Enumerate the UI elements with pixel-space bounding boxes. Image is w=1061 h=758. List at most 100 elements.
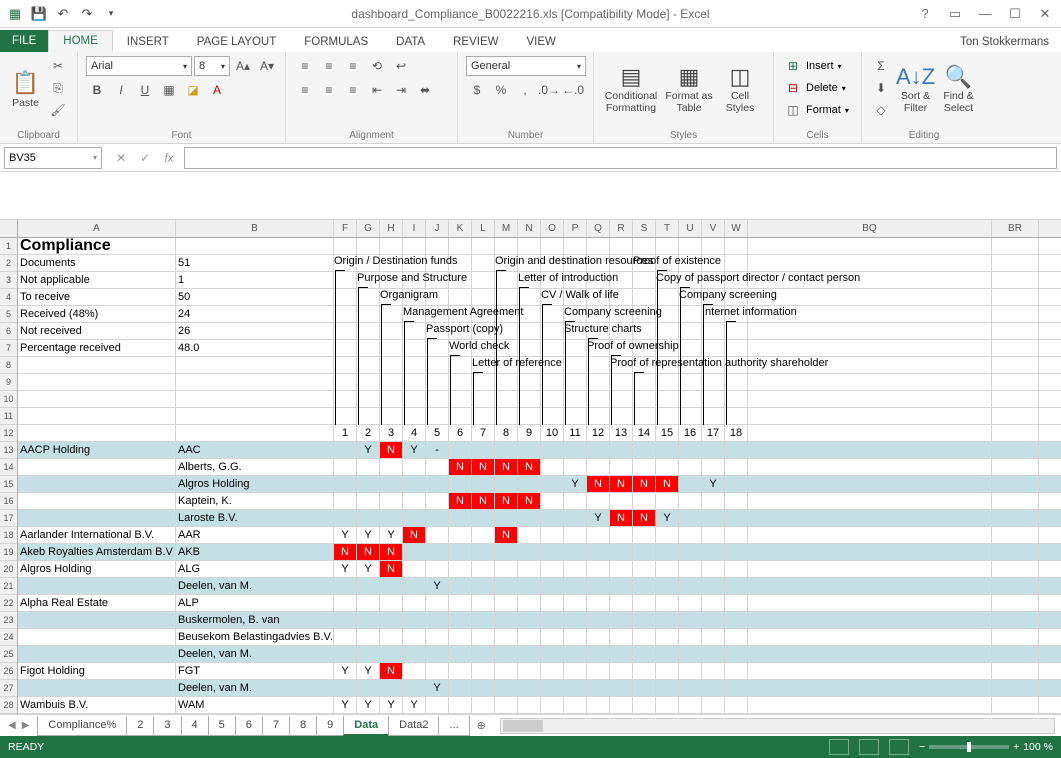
cell[interactable] — [587, 663, 610, 679]
cell[interactable]: Algros Holding — [176, 476, 334, 492]
cell[interactable] — [992, 459, 1039, 475]
cell[interactable] — [564, 408, 587, 424]
cell[interactable] — [564, 544, 587, 560]
cell[interactable] — [495, 255, 518, 271]
cell[interactable] — [380, 646, 403, 662]
row-header[interactable]: 14 — [0, 459, 17, 476]
cell[interactable] — [748, 408, 992, 424]
cell[interactable] — [656, 697, 679, 713]
cell[interactable] — [176, 357, 334, 373]
cell[interactable] — [380, 238, 403, 254]
cell[interactable] — [518, 238, 541, 254]
cell[interactable]: N — [403, 527, 426, 543]
cell[interactable] — [495, 391, 518, 407]
row-header[interactable]: 22 — [0, 595, 17, 612]
col-header[interactable]: J — [426, 220, 449, 237]
cell[interactable] — [518, 391, 541, 407]
cell[interactable] — [725, 680, 748, 696]
cell[interactable] — [725, 629, 748, 645]
tab-file[interactable]: FILE — [0, 30, 48, 52]
cell[interactable]: Kaptein, K. — [176, 493, 334, 509]
comma-icon[interactable]: , — [514, 80, 536, 100]
cell[interactable]: N — [633, 510, 656, 526]
cell[interactable] — [18, 459, 176, 475]
cell-styles-button[interactable]: ◫ Cell Styles — [718, 56, 762, 122]
cell[interactable] — [725, 561, 748, 577]
cell[interactable] — [403, 663, 426, 679]
cell[interactable] — [748, 476, 992, 492]
cell[interactable] — [472, 527, 495, 543]
cell[interactable]: Aarlander International B.V. — [18, 527, 176, 543]
cell[interactable] — [748, 629, 992, 645]
cell[interactable] — [725, 493, 748, 509]
cell[interactable] — [633, 374, 656, 390]
cell[interactable] — [449, 697, 472, 713]
qat-customize-icon[interactable]: ▾ — [102, 5, 120, 23]
cell[interactable] — [587, 323, 610, 339]
cell[interactable] — [472, 646, 495, 662]
cell[interactable]: Figot Holding — [18, 663, 176, 679]
cell[interactable] — [380, 612, 403, 628]
cell[interactable] — [541, 697, 564, 713]
cell[interactable] — [357, 680, 380, 696]
cell[interactable] — [656, 544, 679, 560]
cell[interactable] — [587, 493, 610, 509]
sheet-tab[interactable]: Data — [343, 716, 389, 736]
cell[interactable]: 11 — [564, 425, 587, 441]
cell[interactable] — [564, 459, 587, 475]
cell[interactable]: Deelen, van M. — [176, 680, 334, 696]
cell[interactable]: 48.0 — [176, 340, 334, 356]
cell[interactable] — [633, 238, 656, 254]
cells-area[interactable]: ComplianceDocuments51Not applicable1To r… — [18, 238, 1061, 714]
cell[interactable] — [495, 663, 518, 679]
cell[interactable] — [587, 561, 610, 577]
tab-insert[interactable]: INSERT — [113, 32, 183, 52]
cell[interactable] — [541, 340, 564, 356]
cell[interactable] — [725, 459, 748, 475]
cell[interactable]: N — [449, 459, 472, 475]
col-header[interactable]: N — [518, 220, 541, 237]
cell[interactable] — [518, 680, 541, 696]
cell[interactable] — [334, 629, 357, 645]
sheet-nav-next-icon[interactable]: ▶ — [22, 720, 30, 731]
cell[interactable] — [334, 680, 357, 696]
cell[interactable]: 9 — [518, 425, 541, 441]
cell[interactable]: Y — [334, 561, 357, 577]
decrease-decimal-icon[interactable]: ←.0 — [562, 80, 584, 100]
cell[interactable]: Y — [426, 680, 449, 696]
save-icon[interactable]: 💾 — [30, 5, 48, 23]
col-header[interactable]: W — [725, 220, 748, 237]
cell[interactable] — [426, 323, 449, 339]
sheet-tab[interactable]: ... — [438, 716, 469, 736]
cell[interactable]: 7 — [472, 425, 495, 441]
decrease-font-icon[interactable]: A▾ — [256, 56, 278, 76]
cell[interactable] — [587, 544, 610, 560]
cell[interactable] — [587, 238, 610, 254]
sheet-tab[interactable]: Compliance% — [37, 716, 127, 736]
cell[interactable] — [564, 578, 587, 594]
cell[interactable] — [472, 697, 495, 713]
cell[interactable] — [679, 493, 702, 509]
font-size-combo[interactable]: 8▾ — [194, 56, 230, 76]
fill-color-icon[interactable]: ◪ — [182, 80, 204, 100]
cell[interactable] — [702, 374, 725, 390]
cell[interactable] — [992, 561, 1039, 577]
cell[interactable] — [748, 289, 992, 305]
row-header[interactable]: 2 — [0, 255, 17, 272]
cell[interactable] — [564, 629, 587, 645]
cell[interactable] — [725, 255, 748, 271]
cell[interactable]: N — [495, 493, 518, 509]
cell[interactable] — [403, 272, 426, 288]
cell[interactable] — [587, 272, 610, 288]
cell[interactable] — [449, 646, 472, 662]
cell[interactable] — [748, 595, 992, 611]
cell[interactable]: Y — [357, 697, 380, 713]
cell[interactable] — [702, 442, 725, 458]
cell[interactable] — [403, 493, 426, 509]
cell[interactable] — [992, 289, 1039, 305]
cell[interactable] — [472, 374, 495, 390]
cell[interactable] — [610, 646, 633, 662]
sheet-tab[interactable]: 4 — [181, 716, 209, 736]
account-label[interactable]: Ton Stokkermans — [948, 32, 1061, 52]
cell[interactable] — [541, 357, 564, 373]
